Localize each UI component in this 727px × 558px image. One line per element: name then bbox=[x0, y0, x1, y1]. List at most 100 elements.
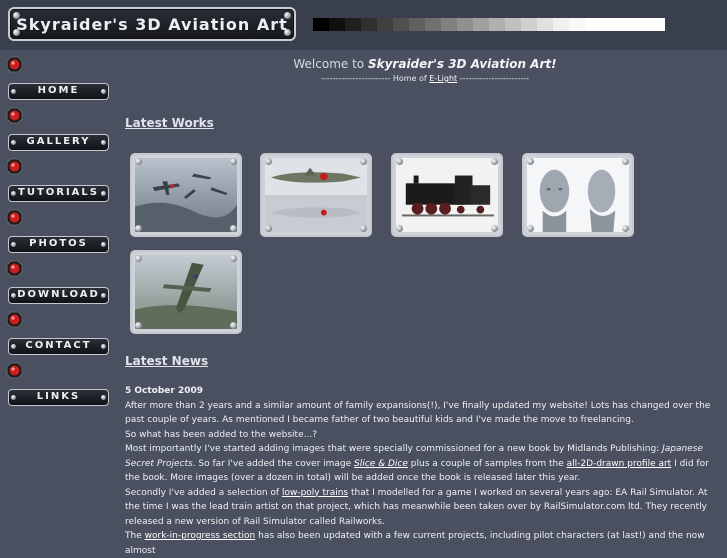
palette-swatch bbox=[457, 18, 473, 31]
screw-icon bbox=[135, 158, 142, 165]
palette-swatch bbox=[505, 18, 521, 31]
nav-label: Gallery bbox=[26, 136, 91, 147]
screw-icon bbox=[396, 158, 403, 165]
palette-swatch bbox=[409, 18, 425, 31]
screw-icon bbox=[622, 158, 629, 165]
palette-swatch bbox=[569, 18, 585, 31]
thumbnail-image bbox=[396, 158, 498, 232]
palette-swatch bbox=[601, 18, 617, 31]
news-text: . So far I've added the cover image bbox=[192, 458, 352, 469]
gem-icon bbox=[6, 107, 23, 124]
palette-swatch bbox=[553, 18, 569, 31]
screw-icon bbox=[230, 158, 237, 165]
palette-swatch bbox=[585, 18, 601, 31]
latest-news-heading[interactable]: Latest News bbox=[125, 354, 208, 368]
news-text: Secondly I've added a selection of bbox=[125, 487, 280, 498]
gem-icon bbox=[6, 209, 23, 226]
nav-label: Photos bbox=[29, 238, 88, 249]
welcome-prefix: Welcome to bbox=[293, 57, 365, 71]
gem-icon bbox=[6, 56, 23, 73]
screw-icon bbox=[230, 322, 237, 329]
palette-swatch bbox=[425, 18, 441, 31]
nav-label: Links bbox=[36, 391, 81, 402]
profile-art-link[interactable]: all-2D-drawn profile art bbox=[567, 459, 672, 469]
screw-icon bbox=[396, 225, 403, 232]
palette-swatch bbox=[617, 18, 633, 31]
palette-swatch bbox=[537, 18, 553, 31]
nav-download-button[interactable]: Download bbox=[8, 287, 109, 304]
palette-swatch bbox=[377, 18, 393, 31]
screw-icon bbox=[491, 158, 498, 165]
palette-swatch bbox=[521, 18, 537, 31]
screw-icon bbox=[265, 225, 272, 232]
thumbnail-steam-locomotive[interactable] bbox=[391, 153, 503, 237]
palette-swatch bbox=[361, 18, 377, 31]
gem-icon bbox=[6, 158, 23, 175]
nav-label: Contact bbox=[25, 340, 92, 351]
nav-links-button[interactable]: Links bbox=[8, 389, 109, 406]
palette-swatch bbox=[329, 18, 345, 31]
thumbnail-spitfire-dive[interactable] bbox=[130, 250, 242, 334]
news-text: plus a couple of samples from the bbox=[410, 458, 564, 469]
nav-label: Download bbox=[17, 289, 100, 300]
nav-tutorials-button[interactable]: Tutorials bbox=[8, 185, 109, 202]
thumbnail-japanese-aircraft-profiles[interactable] bbox=[260, 153, 372, 237]
nav-photos-button[interactable]: Photos bbox=[8, 236, 109, 253]
news-paragraph: The work-in-progress section has also be… bbox=[125, 529, 721, 558]
screw-icon bbox=[230, 255, 237, 262]
welcome-subline: ------------------------ Home of E-Light… bbox=[125, 74, 725, 83]
screw-icon bbox=[135, 225, 142, 232]
screw-icon bbox=[265, 158, 272, 165]
palette-swatch bbox=[345, 18, 361, 31]
palette-swatch bbox=[489, 18, 505, 31]
screw-icon bbox=[360, 158, 367, 165]
subline-right: ------------------------ bbox=[459, 74, 529, 83]
palette-swatch bbox=[633, 18, 649, 31]
screw-icon bbox=[135, 255, 142, 262]
thumbnail-character-heads[interactable] bbox=[522, 153, 634, 237]
palette-swatch bbox=[649, 18, 665, 31]
news-text: The bbox=[125, 531, 142, 541]
welcome-line: Welcome to Skyraider's 3D Aviation Art! bbox=[125, 57, 725, 71]
news-paragraph: Most importantly I've started adding ima… bbox=[125, 442, 721, 486]
header-bar: Skyraider's 3D Aviation Art bbox=[0, 0, 727, 50]
screw-icon bbox=[230, 225, 237, 232]
gem-icon bbox=[6, 311, 23, 328]
low-poly-trains-link[interactable]: low-poly trains bbox=[282, 488, 348, 498]
palette-swatch bbox=[313, 18, 329, 31]
nav-label: Home bbox=[37, 85, 80, 96]
e-light-link[interactable]: E-Light bbox=[429, 74, 457, 83]
nav-label: Tutorials bbox=[18, 187, 99, 198]
thumbnail-image bbox=[265, 158, 367, 232]
news-paragraph: After more than 2 years and a similar am… bbox=[125, 400, 711, 426]
thumbnail-dogfight[interactable] bbox=[130, 153, 242, 237]
work-in-progress-link[interactable]: work-in-progress section bbox=[145, 531, 256, 541]
grayscale-palette bbox=[313, 18, 665, 31]
palette-swatch bbox=[393, 18, 409, 31]
screw-icon bbox=[527, 225, 534, 232]
welcome-site-name: Skyraider's 3D Aviation Art! bbox=[367, 57, 557, 71]
screw-icon bbox=[527, 158, 534, 165]
subline-left: ------------------------ Home of bbox=[321, 74, 427, 83]
news-text: Most importantly I've started adding ima… bbox=[125, 444, 660, 454]
palette-swatch bbox=[473, 18, 489, 31]
screw-icon bbox=[491, 225, 498, 232]
nav-contact-button[interactable]: Contact bbox=[8, 338, 109, 355]
thumbnail-image bbox=[135, 255, 237, 329]
news-paragraph: Secondly I've added a selection of low-p… bbox=[125, 486, 721, 530]
news-date: 5 October 2009 bbox=[125, 386, 204, 396]
slice-and-dice-link[interactable]: Slice & Dice bbox=[354, 459, 408, 469]
site-logo[interactable]: Skyraider's 3D Aviation Art bbox=[8, 7, 296, 41]
latest-works-heading[interactable]: Latest Works bbox=[125, 116, 214, 130]
nav-gallery-button[interactable]: Gallery bbox=[8, 134, 109, 151]
gem-icon bbox=[6, 260, 23, 277]
screw-icon bbox=[135, 322, 142, 329]
screw-icon bbox=[622, 225, 629, 232]
news-paragraph: So what has been added to the website...… bbox=[125, 429, 317, 440]
gem-icon bbox=[6, 362, 23, 379]
palette-swatch bbox=[441, 18, 457, 31]
site-title: Skyraider's 3D Aviation Art bbox=[16, 15, 288, 34]
nav-home-button[interactable]: Home bbox=[8, 83, 109, 100]
thumbnail-image bbox=[135, 158, 237, 232]
news-article: 5 October 2009 After more than 2 years a… bbox=[125, 384, 721, 558]
